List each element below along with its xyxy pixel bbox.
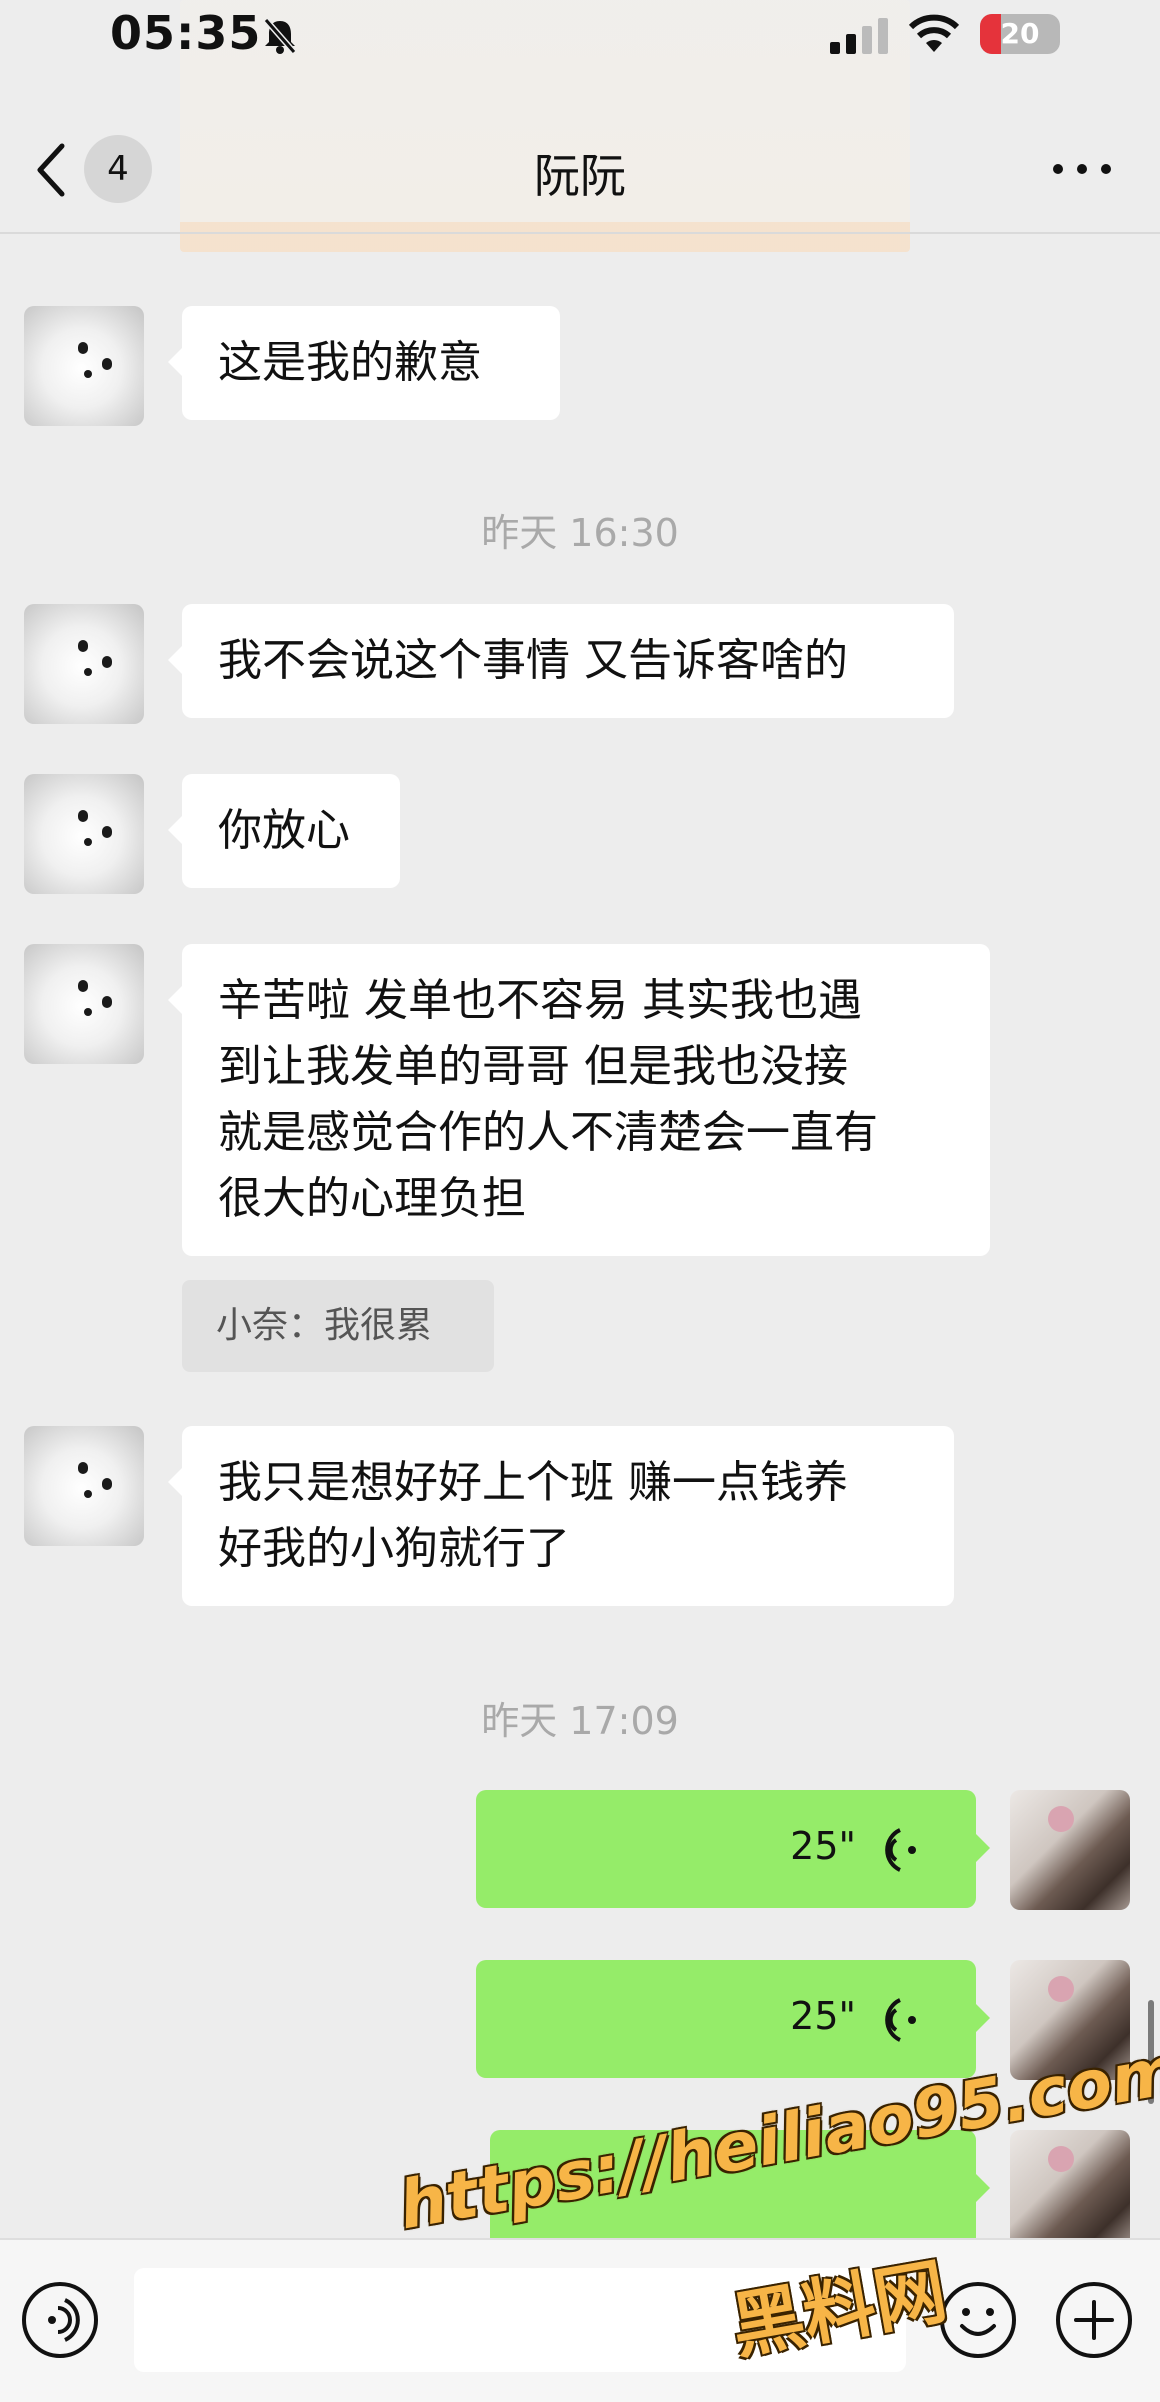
- voice-message-partial[interactable]: [490, 2130, 990, 2248]
- timestamp: 昨天 16:30: [481, 511, 679, 555]
- voice-message[interactable]: 25": [476, 1960, 990, 2078]
- message-bubble[interactable]: 辛苦啦 发单也不容易 其实我也遇 到让我发单的哥哥 但是我也没接 就是感觉合作的…: [168, 944, 990, 1256]
- status-bar: 05:35 20: [0, 0, 1160, 70]
- message-bubble[interactable]: 你放心: [168, 774, 400, 888]
- signal-icon: [830, 18, 888, 54]
- voice-duration: 25": [790, 1824, 856, 1868]
- contact-avatar[interactable]: [24, 306, 144, 426]
- voice-duration: 25": [790, 1994, 856, 2038]
- message-bubble[interactable]: 我只是想好好上个班 赚一点钱养 好我的小狗就行了: [168, 1426, 954, 1606]
- chat-title: 阮阮: [534, 149, 626, 203]
- voice-wave-icon: [885, 1998, 916, 2042]
- wifi-icon: [908, 14, 960, 52]
- message-line: 到让我发单的哥哥 但是我也没接: [218, 1041, 848, 1092]
- message-line: 辛苦啦 发单也不容易 其实我也遇: [218, 975, 862, 1026]
- input-bar: [0, 2238, 1160, 2402]
- unread-count-badge[interactable]: 4: [84, 135, 152, 203]
- bell-muted-icon: [263, 18, 297, 54]
- emoji-icon[interactable]: [938, 2280, 1018, 2360]
- contact-avatar[interactable]: [24, 774, 144, 894]
- contact-avatar[interactable]: [24, 944, 144, 1064]
- message-line: 就是感觉合作的人不清楚会一直有: [218, 1107, 878, 1158]
- plus-icon[interactable]: [1054, 2280, 1134, 2360]
- message-line: 很大的心理负担: [218, 1173, 526, 1224]
- my-avatar[interactable]: [1010, 2130, 1130, 2250]
- scrollbar-thumb[interactable]: [1148, 2000, 1154, 2104]
- my-avatar[interactable]: [1010, 1790, 1130, 1910]
- message-input[interactable]: [134, 2268, 906, 2372]
- contact-avatar[interactable]: [24, 1426, 144, 1546]
- voice-message[interactable]: 25": [476, 1790, 990, 1908]
- battery-text: 20: [1000, 17, 1040, 50]
- back-icon[interactable]: [30, 140, 70, 200]
- more-icon[interactable]: [1050, 154, 1114, 184]
- message-line: 好我的小狗就行了: [218, 1523, 570, 1574]
- nav-divider: [0, 232, 1160, 234]
- message-line: 我只是想好好上个班 赚一点钱养: [218, 1457, 848, 1508]
- status-time: 05:35: [110, 6, 262, 60]
- battery-indicator: 20: [980, 14, 1060, 54]
- contact-avatar[interactable]: [24, 604, 144, 724]
- voice-wave-icon: [885, 1828, 916, 1872]
- quoted-message[interactable]: 小奈：我很累: [182, 1280, 494, 1372]
- message-bubble[interactable]: 我不会说这个事情 又告诉客啥的: [168, 604, 954, 718]
- message-bubble[interactable]: 这是我的歉意: [168, 306, 560, 420]
- my-avatar[interactable]: [1010, 1960, 1130, 2080]
- timestamp: 昨天 17:09: [481, 1699, 679, 1743]
- voice-input-icon[interactable]: [20, 2280, 100, 2360]
